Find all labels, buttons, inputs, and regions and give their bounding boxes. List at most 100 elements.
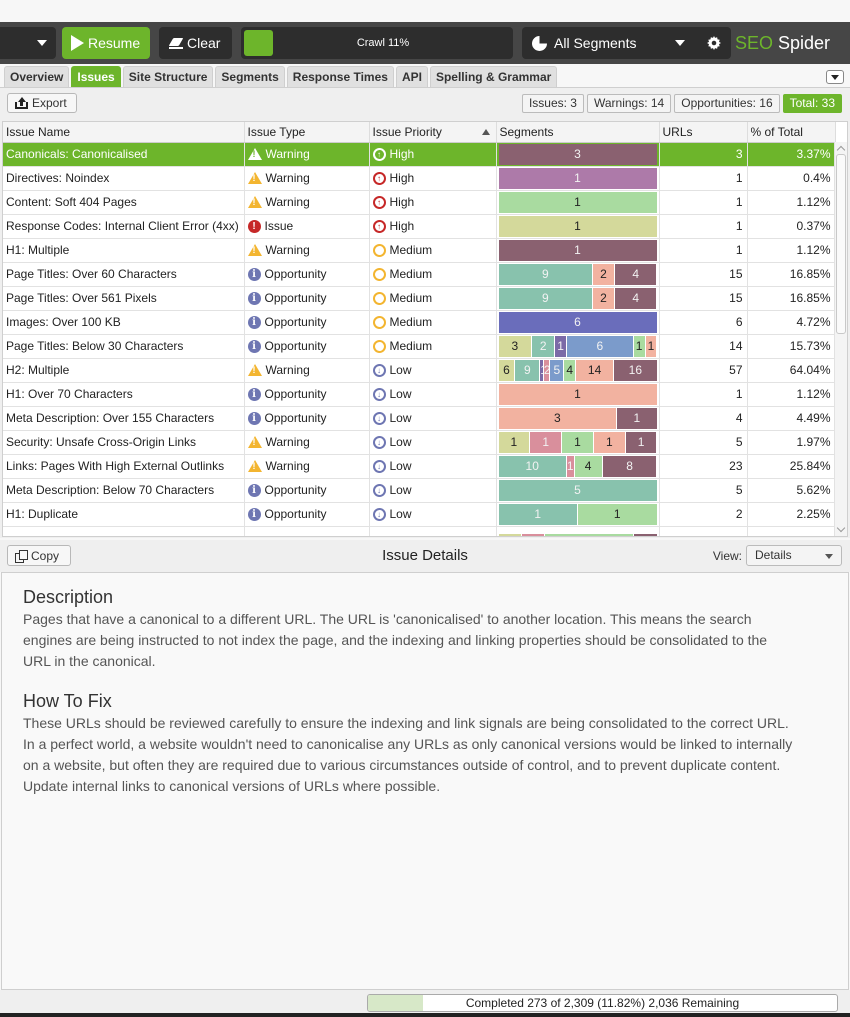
- clear-label: Clear: [187, 35, 221, 51]
- tab-api[interactable]: API: [395, 66, 428, 87]
- table-row[interactable]: Page Titles: Over 60 Characters i Opportun…: [3, 262, 836, 287]
- issue-type-label: Opportunity: [264, 411, 327, 425]
- segment-block: 6: [498, 311, 657, 333]
- tab-bar: Overview Issues Site Structure Segments …: [4, 66, 558, 88]
- window-top-strip: [0, 0, 850, 22]
- segment-block: 1: [645, 335, 657, 357]
- segment-block: 3: [498, 407, 617, 429]
- scrollbar-thumb[interactable]: [836, 154, 846, 334]
- issue-type: Warning: [247, 171, 366, 185]
- table-row[interactable]: H2: Multiple Warning ↓Low 69125414165764.04…: [3, 358, 836, 383]
- pct-of-total-cell: 16.85%: [747, 286, 836, 311]
- copy-button[interactable]: Copy: [7, 545, 71, 566]
- issue-priority-cell: Medium: [369, 310, 497, 335]
- pct-of-total-cell: 4.72%: [747, 310, 836, 335]
- issue-priority: ↑ High: [372, 171, 493, 185]
- tab-site-structure[interactable]: Site Structure: [122, 66, 214, 87]
- pct-of-total-cell: 0.37%: [747, 214, 836, 239]
- view-select[interactable]: Details: [746, 545, 842, 566]
- segment-block: 14: [576, 359, 614, 381]
- issue-priority: ↓ Low: [372, 459, 493, 473]
- priority-low-icon: ↓: [372, 483, 386, 497]
- issue-type: Warning: [247, 195, 366, 209]
- segments-dropdown[interactable]: All Segments: [522, 27, 731, 59]
- tab-spelling-grammar[interactable]: Spelling & Grammar: [429, 66, 558, 87]
- column-header-issue-name[interactable]: Issue Name: [3, 122, 245, 143]
- segment-block: 1: [540, 359, 543, 381]
- warning-icon: [247, 148, 262, 160]
- table-row[interactable]: H1: Duplicate i Opportunity ↓ Low 1 1 2 2.25%: [3, 502, 836, 527]
- issue-type: Warning: [247, 435, 366, 449]
- tab-response-times[interactable]: Response Times: [286, 66, 394, 87]
- column-header-urls[interactable]: URLs: [659, 122, 748, 143]
- warning-icon: [247, 364, 262, 376]
- table-row[interactable]: Response Codes: Internal Client Error (4…: [3, 214, 836, 239]
- issue-name-cell: Directives: Noindex: [3, 166, 245, 191]
- table-row[interactable]: H1: Over 70 Characters i Opportunity ↓ Low 1 1…: [3, 382, 836, 407]
- issue-type-cell: i Opportunity: [244, 478, 370, 503]
- issues-table: Issue Name Issue Type Issue Priority Seg…: [2, 121, 848, 537]
- issue-type: Warning: [247, 243, 366, 257]
- how-to-fix-heading: How To Fix: [23, 691, 112, 711]
- issue-priority: Medium: [372, 267, 493, 281]
- gear-icon[interactable]: [707, 36, 721, 50]
- segment-block: 4: [614, 263, 657, 285]
- table-row[interactable]: Canonicals: CanonicalisedWarning↑High333…: [3, 142, 836, 167]
- tab-segments[interactable]: Segments: [215, 66, 285, 87]
- clear-button[interactable]: Clear: [159, 27, 232, 59]
- chevron-down-icon: [675, 40, 685, 46]
- issue-priority: Medium: [372, 291, 493, 305]
- column-header-segments[interactable]: Segments: [496, 122, 660, 143]
- mode-dropdown[interactable]: [0, 27, 56, 59]
- issue-type-cell: Warning: [244, 238, 370, 263]
- table-row[interactable]: Page Titles: Below 30 Characters i Opportu…: [3, 334, 836, 359]
- column-header-pct-of-total[interactable]: % of Total: [747, 122, 836, 143]
- table-header-row: Issue Name Issue Type Issue Priority Seg…: [3, 122, 836, 143]
- tabs-overflow-menu-button[interactable]: [826, 70, 844, 84]
- issue-priority-label: Low: [389, 459, 412, 473]
- warnings-count-badge[interactable]: Warnings: 14: [586, 94, 672, 113]
- priority-high-icon: ↑: [372, 171, 386, 185]
- table-row[interactable]: Directives: NoindexWarning↑High110.4%: [3, 166, 836, 191]
- table-row[interactable]: Security: Unsafe Cross-Origin Links Warni…: [3, 430, 836, 455]
- column-header-issue-priority[interactable]: Issue Priority: [369, 122, 497, 143]
- issue-priority-cell: ↓ Low: [369, 454, 497, 479]
- table-row[interactable]: Meta Description: Over 155 Characters i Op…: [3, 406, 836, 431]
- pct-of-total-cell: 2.25%: [747, 502, 836, 527]
- table-row[interactable]: Page Titles: Over 561 Pixels i Opportunity…: [3, 286, 836, 311]
- scroll-down-icon[interactable]: [836, 523, 846, 533]
- column-header-issue-type[interactable]: Issue Type: [244, 122, 370, 143]
- tab-overview[interactable]: Overview: [4, 66, 70, 87]
- segments-cell: 6: [496, 310, 660, 335]
- table-scrollbar[interactable]: [834, 142, 847, 536]
- table-row[interactable]: Images: Over 100 KB i Opportunity Medium 6 6 4…: [3, 310, 836, 335]
- segment-block: 1: [498, 191, 657, 213]
- segment-block: 1: [617, 407, 657, 429]
- warning-icon: [247, 436, 262, 448]
- segments-cell: 1: [496, 190, 660, 215]
- table-row[interactable]: Links: Pages With High External Outlinks…: [3, 454, 836, 479]
- description-text: Pages that have a canonical to a differe…: [23, 611, 768, 669]
- resume-button[interactable]: Resume: [62, 27, 150, 59]
- scroll-up-icon[interactable]: [836, 145, 846, 155]
- issue-type-cell: Warning: [244, 430, 370, 455]
- table-row[interactable]: [3, 526, 836, 536]
- segment-block: 1: [593, 431, 625, 453]
- total-count-badge[interactable]: Total: 33: [782, 94, 842, 113]
- table-row[interactable]: Meta Description: Below 70 Characters i Op…: [3, 478, 836, 503]
- table-row[interactable]: Content: Soft 404 PagesWarning↑High111.1…: [3, 190, 836, 215]
- opportunities-count-badge[interactable]: Opportunities: 16: [674, 94, 780, 113]
- issue-type-label: Warning: [265, 147, 310, 161]
- issue-priority-cell: Medium: [369, 262, 497, 287]
- issue-counts: Issues: 3 Warnings: 14 Opportunities: 16…: [521, 94, 842, 113]
- pct-of-total-cell: 3.37%: [747, 142, 836, 167]
- priority-low-icon: ↓: [372, 435, 386, 449]
- issues-count-badge[interactable]: Issues: 3: [521, 94, 584, 113]
- tab-issues[interactable]: Issues: [71, 66, 121, 87]
- issue-priority-label: High: [389, 195, 415, 209]
- table-row[interactable]: H1: MultipleWarningMedium111.12%: [3, 238, 836, 263]
- issue-priority: ↑ High: [372, 147, 493, 161]
- export-button[interactable]: Export: [7, 93, 77, 113]
- issue-priority-label: Low: [389, 507, 412, 521]
- segments-bar: 11111: [498, 431, 657, 453]
